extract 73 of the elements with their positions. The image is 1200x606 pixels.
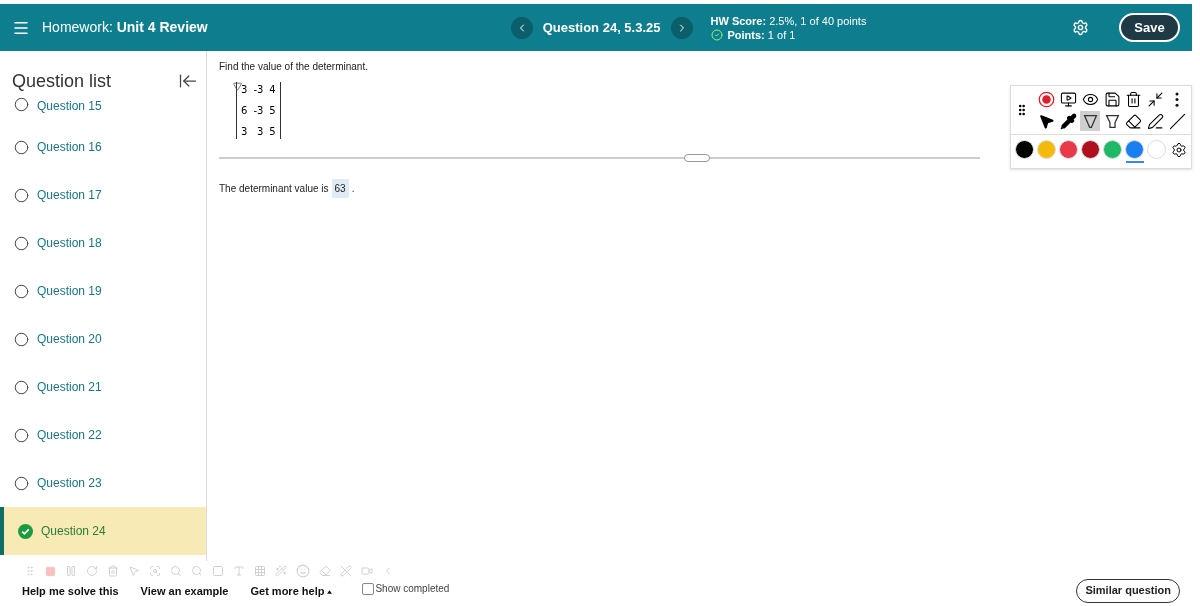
circle-icon [14, 235, 29, 251]
circle-icon [14, 427, 29, 443]
question-item[interactable]: Question 17 [0, 171, 206, 219]
show-completed-checkbox[interactable]: Show completed [362, 581, 450, 596]
circle-icon [14, 331, 29, 347]
line-icon [1168, 112, 1186, 130]
color-swatch[interactable] [1103, 140, 1122, 159]
color-swatch[interactable] [1147, 140, 1166, 159]
resize-handle[interactable] [684, 154, 710, 162]
marker-icon [1060, 112, 1078, 130]
help-button[interactable]: Get more help [250, 583, 333, 600]
monitor-icon [1060, 90, 1078, 108]
settings-icon[interactable] [1171, 141, 1187, 158]
hw-score: HW Score: 2.5%, 1 of 40 points [710, 13, 867, 28]
color-swatch[interactable] [1037, 140, 1056, 159]
shrink-icon [1147, 90, 1164, 108]
circle-icon [14, 475, 29, 491]
annotation-tool-button[interactable] [1102, 89, 1123, 109]
circle-icon [14, 283, 29, 299]
color-swatch[interactable] [1081, 140, 1100, 159]
annotation-tool-button[interactable] [1058, 111, 1079, 131]
trash-icon [1125, 90, 1143, 108]
save-button[interactable]: Save [1119, 13, 1180, 42]
highlighter-icon [1103, 112, 1121, 130]
record-icon [1038, 90, 1056, 108]
matrix-entry: -3 [253, 104, 264, 118]
annotation-tool-button[interactable] [1167, 111, 1188, 131]
matrix-entry: -3 [253, 83, 264, 97]
eraser-icon [1125, 112, 1143, 130]
triangle-icon [233, 82, 242, 91]
more-icon [1175, 91, 1180, 107]
text-pen-icon [1147, 112, 1164, 130]
help-button[interactable]: View an example [140, 583, 229, 600]
matrix-entry: 5 [269, 104, 276, 118]
save-icon [1103, 90, 1121, 108]
matrix-entry: 3 [256, 125, 264, 139]
help-button[interactable]: Help me solve this [22, 583, 119, 600]
question-item[interactable]: Question 16 [0, 123, 206, 171]
color-swatch[interactable] [1015, 140, 1034, 159]
homework-title: Homework: Unit 4 Review [42, 18, 208, 37]
question-item[interactable]: Question 22 [0, 411, 206, 459]
pointer-icon [1038, 112, 1056, 130]
matrix-entry: 4 [269, 83, 276, 97]
annotation-tool-button[interactable] [1058, 89, 1079, 109]
question-item[interactable]: Question 15 [0, 97, 206, 123]
answer-box[interactable]: 63 [331, 179, 349, 198]
annotation-tool-button[interactable] [1080, 111, 1101, 131]
caret-icon [327, 589, 333, 594]
answer-sentence: The determinant value is 63 . [219, 179, 1200, 198]
question-item[interactable]: Question 19 [0, 267, 206, 315]
previous-question-button[interactable] [510, 16, 533, 39]
color-swatch[interactable] [1059, 140, 1078, 159]
matrix-entry: 3 [241, 125, 248, 139]
question-item[interactable]: Question 24 [0, 507, 206, 555]
matrix-entry: 6 [241, 104, 248, 118]
matrix-entry: 3 [241, 83, 248, 97]
matrix-entry: 5 [269, 125, 276, 139]
circle-icon [14, 379, 29, 395]
check-icon [18, 523, 33, 539]
circle-icon [14, 97, 29, 112]
question-prompt: Find the value of the determinant. [219, 60, 369, 74]
question-item[interactable]: Question 20 [0, 315, 206, 363]
circle-icon [14, 187, 29, 203]
question-item[interactable]: Question 23 [0, 459, 206, 507]
question-item[interactable]: Question 18 [0, 219, 206, 267]
question-number: Question 24, 5.3.25 [542, 18, 661, 37]
annotation-tool-button[interactable] [1145, 111, 1166, 131]
question-item[interactable]: Question 21 [0, 363, 206, 411]
points: Points: 1 of 1 [727, 27, 796, 42]
sidebar-title: Question list [12, 69, 112, 93]
circle-icon [14, 139, 29, 155]
pen-icon [1081, 112, 1099, 130]
color-swatch[interactable] [1125, 140, 1144, 159]
